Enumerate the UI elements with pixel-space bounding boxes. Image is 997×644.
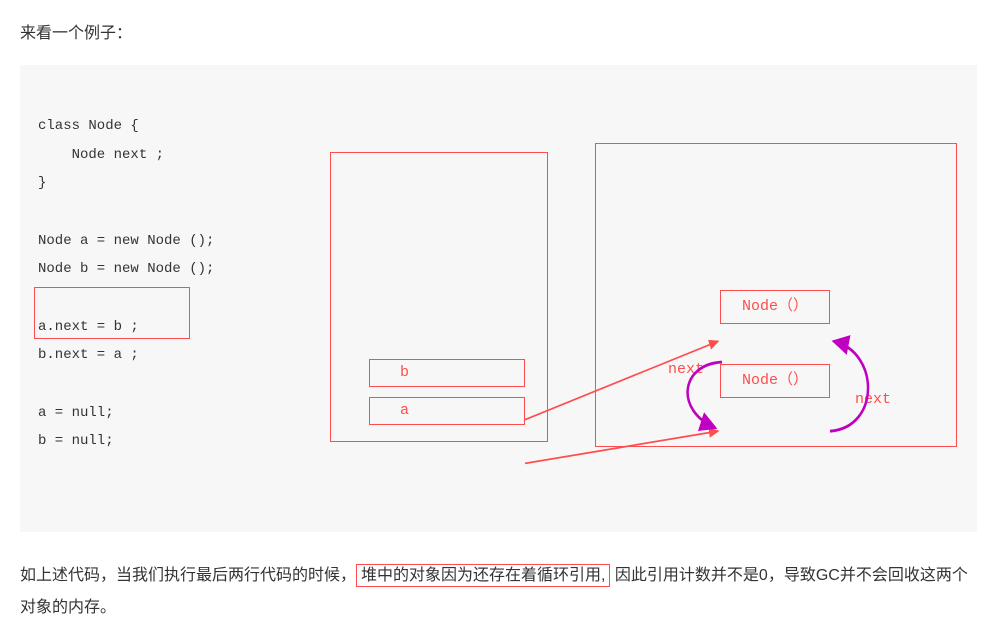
intro-text: 来看一个例子： [20,20,977,47]
code-line: } [38,175,46,191]
code-line: Node b = new Node (); [38,261,214,277]
code-line: Node a = new Node (); [38,233,214,249]
code-line: b.next = a ; [38,347,139,363]
code-block: class Node { Node next ; } Node a = new … [20,65,977,531]
next-label-left: next [668,355,704,386]
stack-slot-a: a [369,397,525,425]
diagram-overlay: b a Node（） Node（） next next [20,65,977,531]
code-line: b = null; [38,433,114,449]
stack-area-box [330,152,548,442]
code-line: a = null; [38,405,114,421]
heap-area-box [595,143,957,447]
conclusion-paragraph: 如上述代码，当我们执行最后两行代码的时候，堆中的对象因为还存在着循环引用, 因此… [20,560,977,624]
heap-node-2: Node（） [720,364,830,398]
heap-node-1: Node（） [720,290,830,324]
code-line: Node next ; [38,147,164,163]
next-label-right: next [855,385,891,416]
code-line: a.next = b ; [38,319,139,335]
conclusion-highlight: 堆中的对象因为还存在着循环引用, [356,564,610,587]
code-line: class Node { [38,118,139,134]
conclusion-part1: 如上述代码，当我们执行最后两行代码的时候， [20,567,356,584]
stack-slot-b: b [369,359,525,387]
